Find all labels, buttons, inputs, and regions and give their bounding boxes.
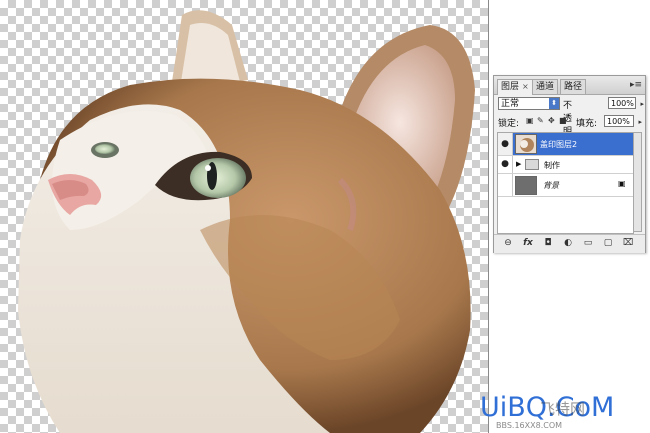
expand-arrow-icon[interactable]: ▶ (516, 160, 521, 168)
layers-panel: 图层× 通道 路径 ▸≡ 正常⬍ 不透明度: 100%▸ 锁定: ▣ ✎ ✥ ■… (493, 75, 646, 253)
tab-layers-label: 图层 (501, 82, 520, 92)
tab-paths[interactable]: 路径 (560, 79, 587, 94)
fill-field[interactable]: 100% ▸ (604, 115, 642, 127)
layer-list: ● 盖印图层2 ● ▶ 制作 背景 ▣ (497, 132, 634, 234)
opacity-value: 100% (611, 99, 634, 108)
visibility-toggle[interactable] (498, 174, 513, 196)
lock-label: 锁定: (498, 119, 520, 129)
opacity-arrow-icon[interactable]: ▸ (640, 98, 644, 110)
layer-scrollbar[interactable] (633, 132, 642, 232)
opacity-field[interactable]: 100% ▸ (608, 97, 644, 109)
lock-icon: ▣ (618, 179, 626, 188)
blend-mode-select[interactable]: 正常 ⬍ (498, 97, 560, 110)
panel-menu-icon[interactable]: ▸≡ (630, 80, 642, 90)
layer-row-stamped[interactable]: ● 盖印图层2 (498, 133, 633, 156)
layer-name: 背景 (543, 181, 559, 190)
lock-pixels-icon[interactable]: ✎ (537, 116, 544, 125)
tab-channels-label: 通道 (536, 82, 555, 92)
lock-position-icon[interactable]: ✥ (548, 116, 555, 125)
trash-icon[interactable]: ⌧ (622, 238, 634, 248)
visibility-eye-icon[interactable]: ● (498, 156, 513, 173)
fill-arrow-icon[interactable]: ▸ (638, 116, 642, 128)
blend-mode-value: 正常 (501, 99, 520, 109)
tab-paths-label: 路径 (564, 82, 583, 92)
tab-channels[interactable]: 通道 (532, 79, 559, 94)
adjustment-layer-icon[interactable]: ◐ (562, 238, 574, 248)
watermark-url: BBS.16XX8.COM (496, 421, 563, 430)
new-layer-icon[interactable]: ▢ (602, 238, 614, 248)
panel-tab-bar: 图层 × 通道 路径 ▸≡ (494, 76, 645, 95)
link-layers-icon[interactable]: ⊖ (502, 238, 514, 248)
cat-photo (18, 10, 475, 433)
canvas-edge (488, 0, 489, 433)
document-canvas[interactable] (0, 0, 488, 433)
fx-icon[interactable]: fx (522, 238, 534, 248)
dropdown-arrow-icon: ⬍ (549, 98, 559, 109)
layer-row-group[interactable]: ● ▶ 制作 (498, 156, 633, 174)
layer-name: 制作 (544, 161, 560, 170)
layer-thumbnail (515, 176, 537, 195)
layer-thumbnail (515, 134, 537, 154)
add-mask-icon[interactable]: ◘ (542, 238, 554, 248)
watermark-chinese: 飞特网 (540, 400, 586, 418)
layer-name: 盖印图层2 (540, 140, 578, 149)
layer-row-background[interactable]: 背景 ▣ (498, 174, 633, 197)
tab-layers[interactable]: 图层 × (497, 79, 533, 95)
folder-icon (525, 159, 539, 170)
fill-label: 填充: (576, 119, 598, 129)
lock-all-icon[interactable]: ■ (559, 116, 567, 125)
fill-value: 100% (607, 117, 630, 126)
visibility-eye-icon[interactable]: ● (498, 133, 513, 155)
new-group-icon[interactable]: ▭ (582, 238, 594, 248)
close-tab-icon[interactable]: × (522, 82, 529, 91)
lock-transparency-icon[interactable]: ▣ (526, 116, 534, 125)
site-watermark: UiBQ.CoM 飞特网 BBS.16XX8.COM (478, 392, 650, 433)
panel-footer: ⊖ fx ◘ ◐ ▭ ▢ ⌧ (494, 234, 645, 253)
